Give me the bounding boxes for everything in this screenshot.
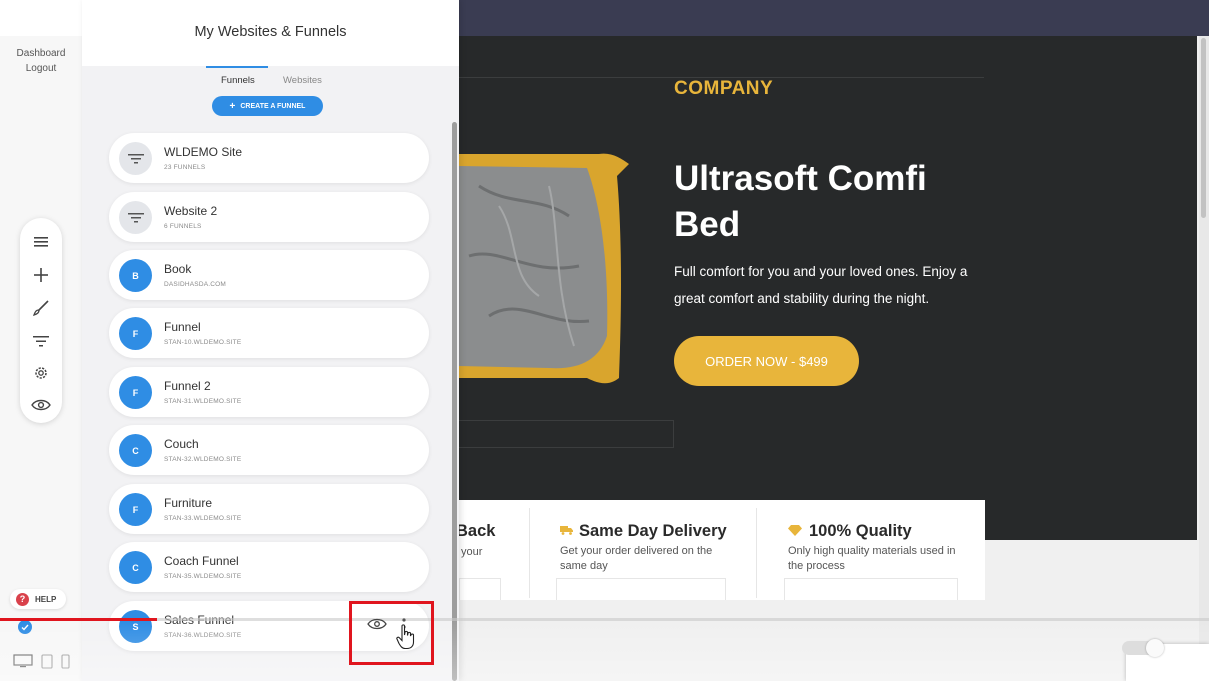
features-strip: Back your Same Day Delivery Get your ord… [459,500,985,600]
funnel-name: Website 2 [164,204,218,218]
editor-toolbox [20,218,62,423]
preview-scrollbar[interactable] [1199,36,1209,681]
panel-title: My Websites & Funnels [194,24,347,40]
active-tab-indicator [206,66,268,68]
funnel-name: Funnel 2 [164,379,211,393]
desktop-icon[interactable] [13,654,33,669]
annotation-highlight-box [349,601,434,665]
mobile-icon[interactable] [61,654,70,669]
funnel-card[interactable]: WLDEMO Site 23 FUNNELS [109,133,429,183]
feature-separator [756,508,757,598]
feature-title: Back [459,522,496,540]
panel-tabs: Funnels Websites [82,66,459,96]
device-switcher [13,654,70,669]
funnel-subtitle: STAN-36.WLDEMO.SITE [164,632,242,639]
avatar: C [119,434,152,467]
help-label: HELP [35,594,57,604]
gear-icon[interactable] [29,361,53,385]
brush-icon[interactable] [29,296,53,320]
funnel-subtitle: 6 FUNNELS [164,223,202,230]
order-now-button[interactable]: ORDER NOW - $499 [674,336,859,386]
avatar: F [119,493,152,526]
hero-outline-box [459,420,674,448]
funnel-card[interactable]: F Funnel STAN-10.WLDEMO.SITE [109,308,429,358]
tablet-icon[interactable] [41,654,53,669]
page-preview: COMPANY Ultrasoft Comfi Bed Full comfort… [459,36,1199,681]
funnel-card[interactable]: Website 2 6 FUNNELS [109,192,429,242]
feature-box [784,578,958,600]
funnel-name: Furniture [164,496,213,510]
funnel-card[interactable]: C Coach Funnel STAN-35.WLDEMO.SITE [109,542,429,592]
funnel-subtitle: STAN-32.WLDEMO.SITE [164,456,242,463]
feature-title: Same Day Delivery [579,522,727,540]
funnel-subtitle: STAN-33.WLDEMO.SITE [164,515,242,522]
mattress-image [459,153,629,384]
company-heading: COMPANY [674,78,774,99]
hamburger-icon[interactable] [29,230,53,254]
funnels-panel: My Websites & Funnels Funnels Websites +… [82,0,459,681]
diamond-icon [788,525,802,536]
filter-icon [119,142,152,175]
autoplay-toggle-knob[interactable] [1146,639,1164,657]
hero-title: Ultrasoft Comfi Bed [674,159,927,244]
avatar: C [119,551,152,584]
feature-box [556,578,726,600]
hero-description: Full comfort for you and your loved ones… [674,264,968,306]
funnel-name: Book [164,262,192,276]
top-bar-left [0,0,82,36]
dashboard-link[interactable]: Dashboard [0,48,82,59]
feature-title: 100% Quality [809,522,912,540]
video-progress-fill [0,618,158,621]
create-funnel-button[interactable]: + CREATE A FUNNEL [212,96,323,116]
help-button[interactable]: ? HELP [10,589,66,609]
funnel-card[interactable]: C Couch STAN-32.WLDEMO.SITE [109,425,429,475]
video-progress-track[interactable] [0,618,1209,621]
eye-icon[interactable] [29,393,53,417]
feature-separator [529,508,530,598]
tab-funnels[interactable]: Funnels [221,75,255,86]
feature-desc: Only high quality materials used in the … [788,545,956,572]
funnel-subtitle: DASIDHASDA.COM [164,281,227,288]
panel-scrollbar[interactable] [452,122,457,681]
avatar: B [119,259,152,292]
hand-cursor-icon [396,624,415,650]
feature-box [459,578,501,600]
hero-section: COMPANY Ultrasoft Comfi Bed Full comfort… [459,36,1197,540]
logout-link[interactable]: Logout [0,63,82,74]
funnel-subtitle: STAN-10.WLDEMO.SITE [164,339,242,346]
funnel-subtitle: STAN-35.WLDEMO.SITE [164,573,242,580]
funnel-name: WLDEMO Site [164,145,243,159]
funnel-card[interactable]: F Funnel 2 STAN-31.WLDEMO.SITE [109,367,429,417]
funnel-name: Funnel [164,320,201,334]
avatar: F [119,376,152,409]
preview-scroll-thumb[interactable] [1201,38,1206,218]
plus-icon[interactable] [29,263,53,287]
funnel-subtitle: STAN-31.WLDEMO.SITE [164,398,242,405]
panel-header: My Websites & Funnels [82,0,459,66]
tab-websites[interactable]: Websites [283,75,322,86]
selected-check-icon[interactable] [18,620,32,634]
filter-icon[interactable] [29,329,53,353]
funnel-name: Coach Funnel [164,554,239,568]
help-icon: ? [16,592,29,606]
avatar: F [119,317,152,350]
funnel-name: Couch [164,437,199,451]
plus-icon: + [229,100,236,112]
avatar: S [119,610,152,643]
feature-desc: your [461,546,483,558]
create-funnel-label: CREATE A FUNNEL [240,102,306,110]
preview-eye-icon[interactable] [367,618,387,630]
feature-desc: Get your order delivered on the same day [560,545,713,572]
filter-icon [119,201,152,234]
truck-icon [560,526,573,535]
funnel-card[interactable]: B Book DASIDHASDA.COM [109,250,429,300]
funnel-subtitle: 23 FUNNELS [164,164,206,171]
funnel-card[interactable]: F Furniture STAN-33.WLDEMO.SITE [109,484,429,534]
